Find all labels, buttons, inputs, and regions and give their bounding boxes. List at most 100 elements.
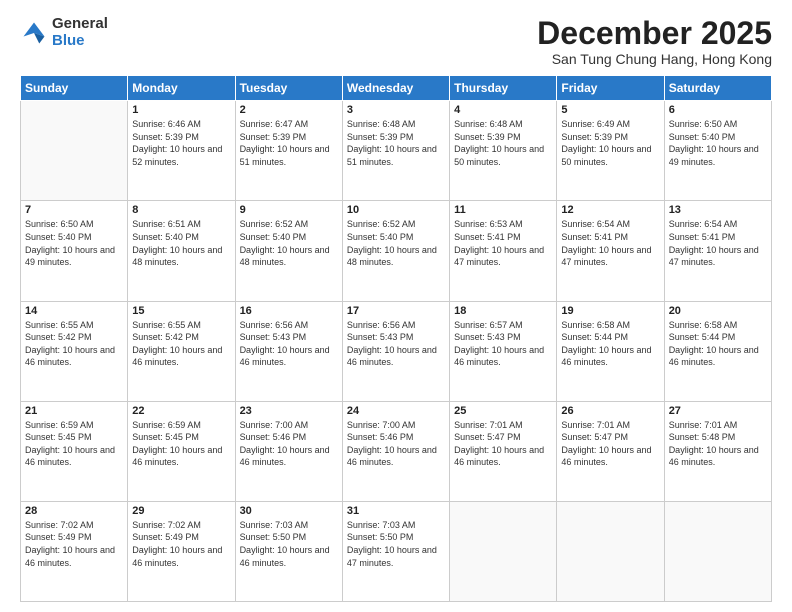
day-number: 5 bbox=[561, 104, 659, 116]
cell-info: Sunrise: 6:47 AMSunset: 5:39 PMDaylight:… bbox=[240, 118, 338, 168]
calendar-cell bbox=[664, 501, 771, 601]
calendar-body: 1 Sunrise: 6:46 AMSunset: 5:39 PMDaylight… bbox=[21, 101, 772, 602]
calendar-cell: 31 Sunrise: 7:03 AMSunset: 5:50 PMDayligh… bbox=[342, 501, 449, 601]
page: General Blue December 2025 San Tung Chun… bbox=[0, 0, 792, 612]
cell-info: Sunrise: 6:48 AMSunset: 5:39 PMDaylight:… bbox=[454, 118, 552, 168]
cell-info: Sunrise: 6:51 AMSunset: 5:40 PMDaylight:… bbox=[132, 218, 230, 268]
day-number: 15 bbox=[132, 305, 230, 317]
calendar-cell: 20 Sunrise: 6:58 AMSunset: 5:44 PMDayligh… bbox=[664, 301, 771, 401]
day-number: 2 bbox=[240, 104, 338, 116]
cell-info: Sunrise: 6:46 AMSunset: 5:39 PMDaylight:… bbox=[132, 118, 230, 168]
calendar-cell: 29 Sunrise: 7:02 AMSunset: 5:49 PMDayligh… bbox=[128, 501, 235, 601]
day-number: 22 bbox=[132, 405, 230, 417]
cell-info: Sunrise: 6:56 AMSunset: 5:43 PMDaylight:… bbox=[347, 319, 445, 369]
cell-info: Sunrise: 6:50 AMSunset: 5:40 PMDaylight:… bbox=[25, 218, 123, 268]
day-number: 29 bbox=[132, 505, 230, 517]
weekday-header-wednesday: Wednesday bbox=[342, 76, 449, 101]
cell-info: Sunrise: 7:02 AMSunset: 5:49 PMDaylight:… bbox=[25, 519, 123, 569]
cell-info: Sunrise: 7:01 AMSunset: 5:47 PMDaylight:… bbox=[454, 419, 552, 469]
day-number: 18 bbox=[454, 305, 552, 317]
cell-info: Sunrise: 6:54 AMSunset: 5:41 PMDaylight:… bbox=[669, 218, 767, 268]
weekday-header-friday: Friday bbox=[557, 76, 664, 101]
calendar-cell: 21Sunrise: 6:59 AMSunset: 5:45 PMDayligh… bbox=[21, 401, 128, 501]
calendar-cell: 8 Sunrise: 6:51 AMSunset: 5:40 PMDaylight… bbox=[128, 201, 235, 301]
day-number: 25 bbox=[454, 405, 552, 417]
calendar-cell bbox=[450, 501, 557, 601]
calendar-cell: 27 Sunrise: 7:01 AMSunset: 5:48 PMDayligh… bbox=[664, 401, 771, 501]
cell-info: Sunrise: 6:56 AMSunset: 5:43 PMDaylight:… bbox=[240, 319, 338, 369]
cell-info: Sunrise: 6:55 AMSunset: 5:42 PMDaylight:… bbox=[25, 319, 123, 369]
day-number: 24 bbox=[347, 405, 445, 417]
calendar-week-row: 28 Sunrise: 7:02 AMSunset: 5:49 PMDayligh… bbox=[21, 501, 772, 601]
day-number: 27 bbox=[669, 405, 767, 417]
day-number: 3 bbox=[347, 104, 445, 116]
cell-info: Sunrise: 7:01 AMSunset: 5:48 PMDaylight:… bbox=[669, 419, 767, 469]
day-number: 28 bbox=[25, 505, 123, 517]
cell-info: Sunrise: 7:03 AMSunset: 5:50 PMDaylight:… bbox=[240, 519, 338, 569]
month-title: December 2025 bbox=[537, 16, 772, 51]
day-number: 20 bbox=[669, 305, 767, 317]
cell-info: Sunrise: 6:54 AMSunset: 5:41 PMDaylight:… bbox=[561, 218, 659, 268]
logo: General Blue bbox=[20, 16, 108, 49]
cell-info: Sunrise: 7:00 AMSunset: 5:46 PMDaylight:… bbox=[240, 419, 338, 469]
day-number: 14 bbox=[25, 305, 123, 317]
cell-info: Sunrise: 7:02 AMSunset: 5:49 PMDaylight:… bbox=[132, 519, 230, 569]
calendar-cell: 25 Sunrise: 7:01 AMSunset: 5:47 PMDayligh… bbox=[450, 401, 557, 501]
day-number: 23 bbox=[240, 405, 338, 417]
calendar-cell: 22 Sunrise: 6:59 AMSunset: 5:45 PMDayligh… bbox=[128, 401, 235, 501]
calendar-cell: 15 Sunrise: 6:55 AMSunset: 5:42 PMDayligh… bbox=[128, 301, 235, 401]
day-number: 8 bbox=[132, 204, 230, 216]
calendar-cell: 18 Sunrise: 6:57 AMSunset: 5:43 PMDayligh… bbox=[450, 301, 557, 401]
location-subtitle: San Tung Chung Hang, Hong Kong bbox=[537, 51, 772, 67]
day-number: 7 bbox=[25, 204, 123, 216]
logo-blue-text: Blue bbox=[52, 33, 108, 50]
cell-info: Sunrise: 6:49 AMSunset: 5:39 PMDaylight:… bbox=[561, 118, 659, 168]
cell-info: Sunrise: 7:01 AMSunset: 5:47 PMDaylight:… bbox=[561, 419, 659, 469]
cell-info: Sunrise: 7:00 AMSunset: 5:46 PMDaylight:… bbox=[347, 419, 445, 469]
calendar-cell: 4 Sunrise: 6:48 AMSunset: 5:39 PMDaylight… bbox=[450, 101, 557, 201]
day-number: 9 bbox=[240, 204, 338, 216]
day-number: 19 bbox=[561, 305, 659, 317]
title-block: December 2025 San Tung Chung Hang, Hong … bbox=[537, 16, 772, 67]
cell-info: Sunrise: 6:52 AMSunset: 5:40 PMDaylight:… bbox=[240, 218, 338, 268]
calendar-cell: 19Sunrise: 6:58 AMSunset: 5:44 PMDayligh… bbox=[557, 301, 664, 401]
cell-info: Sunrise: 6:59 AMSunset: 5:45 PMDaylight:… bbox=[25, 419, 123, 469]
day-number: 31 bbox=[347, 505, 445, 517]
calendar-cell: 26Sunrise: 7:01 AMSunset: 5:47 PMDayligh… bbox=[557, 401, 664, 501]
cell-info: Sunrise: 6:50 AMSunset: 5:40 PMDaylight:… bbox=[669, 118, 767, 168]
day-number: 30 bbox=[240, 505, 338, 517]
day-number: 11 bbox=[454, 204, 552, 216]
calendar-cell: 16Sunrise: 6:56 AMSunset: 5:43 PMDayligh… bbox=[235, 301, 342, 401]
cell-info: Sunrise: 6:53 AMSunset: 5:41 PMDaylight:… bbox=[454, 218, 552, 268]
weekday-header-sunday: Sunday bbox=[21, 76, 128, 101]
calendar-cell: 3Sunrise: 6:48 AMSunset: 5:39 PMDaylight… bbox=[342, 101, 449, 201]
cell-info: Sunrise: 7:03 AMSunset: 5:50 PMDaylight:… bbox=[347, 519, 445, 569]
logo-icon bbox=[20, 19, 48, 47]
cell-info: Sunrise: 6:59 AMSunset: 5:45 PMDaylight:… bbox=[132, 419, 230, 469]
calendar-cell bbox=[557, 501, 664, 601]
calendar-week-row: 7 Sunrise: 6:50 AMSunset: 5:40 PMDaylight… bbox=[21, 201, 772, 301]
calendar-cell: 17Sunrise: 6:56 AMSunset: 5:43 PMDayligh… bbox=[342, 301, 449, 401]
calendar-cell: 24 Sunrise: 7:00 AMSunset: 5:46 PMDayligh… bbox=[342, 401, 449, 501]
weekday-row: SundayMondayTuesdayWednesdayThursdayFrid… bbox=[21, 76, 772, 101]
calendar-cell: 28 Sunrise: 7:02 AMSunset: 5:49 PMDayligh… bbox=[21, 501, 128, 601]
weekday-header-saturday: Saturday bbox=[664, 76, 771, 101]
calendar-cell: 6Sunrise: 6:50 AMSunset: 5:40 PMDaylight… bbox=[664, 101, 771, 201]
cell-info: Sunrise: 6:57 AMSunset: 5:43 PMDaylight:… bbox=[454, 319, 552, 369]
day-number: 4 bbox=[454, 104, 552, 116]
day-number: 1 bbox=[132, 104, 230, 116]
calendar-week-row: 14 Sunrise: 6:55 AMSunset: 5:42 PMDayligh… bbox=[21, 301, 772, 401]
logo-text: General Blue bbox=[52, 16, 108, 49]
calendar-cell: 12Sunrise: 6:54 AMSunset: 5:41 PMDayligh… bbox=[557, 201, 664, 301]
cell-info: Sunrise: 6:58 AMSunset: 5:44 PMDaylight:… bbox=[669, 319, 767, 369]
weekday-header-tuesday: Tuesday bbox=[235, 76, 342, 101]
calendar-header: SundayMondayTuesdayWednesdayThursdayFrid… bbox=[21, 76, 772, 101]
calendar-cell: 1 Sunrise: 6:46 AMSunset: 5:39 PMDaylight… bbox=[128, 101, 235, 201]
calendar-cell bbox=[21, 101, 128, 201]
day-number: 13 bbox=[669, 204, 767, 216]
calendar-cell: 10Sunrise: 6:52 AMSunset: 5:40 PMDayligh… bbox=[342, 201, 449, 301]
cell-info: Sunrise: 6:52 AMSunset: 5:40 PMDaylight:… bbox=[347, 218, 445, 268]
calendar-cell: 23 Sunrise: 7:00 AMSunset: 5:46 PMDayligh… bbox=[235, 401, 342, 501]
calendar-table: SundayMondayTuesdayWednesdayThursdayFrid… bbox=[20, 75, 772, 602]
cell-info: Sunrise: 6:55 AMSunset: 5:42 PMDaylight:… bbox=[132, 319, 230, 369]
